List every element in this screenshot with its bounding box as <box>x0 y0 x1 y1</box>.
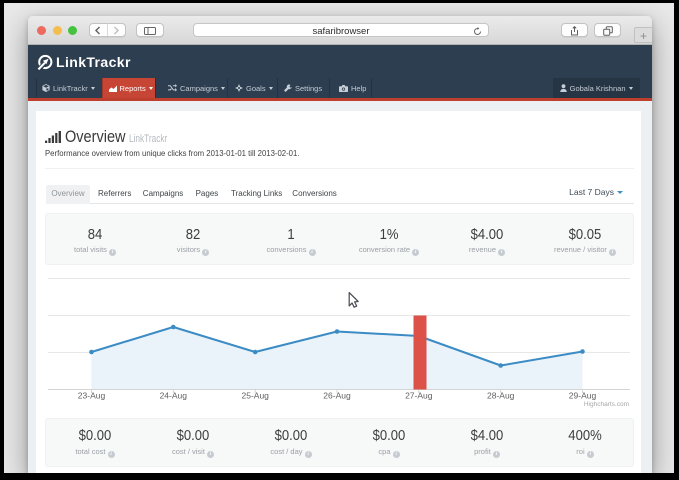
svg-text:27-Aug: 27-Aug <box>405 391 433 401</box>
svg-text:25-Aug: 25-Aug <box>241 391 269 401</box>
svg-text:29-Aug: 29-Aug <box>569 391 597 401</box>
svg-text:26-Aug: 26-Aug <box>323 391 351 401</box>
svg-text:23-Aug: 23-Aug <box>78 391 106 401</box>
svg-text:24-Aug: 24-Aug <box>160 391 188 401</box>
svg-text:28-Aug: 28-Aug <box>487 391 515 401</box>
